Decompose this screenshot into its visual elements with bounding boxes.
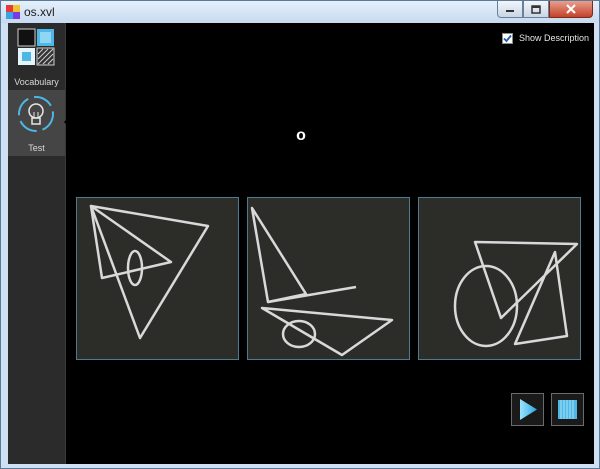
show-description-checkbox[interactable]: [502, 32, 513, 44]
minimize-button[interactable]: [497, 1, 523, 18]
stop-button[interactable]: [551, 393, 584, 426]
close-button[interactable]: [549, 1, 593, 18]
sidebar-item-test[interactable]: Test: [8, 90, 72, 156]
minimize-icon: [506, 10, 514, 12]
app-window: os.xvl Vocabulary Test Show Description …: [0, 0, 600, 469]
sidebar-item-label: Vocabulary: [14, 77, 59, 87]
show-description-label: Show Description: [519, 33, 590, 43]
choice-2-drawing: [250, 206, 394, 357]
current-word: o: [296, 127, 306, 144]
app-icon: [6, 5, 20, 19]
checkmark-icon: [503, 34, 512, 42]
title-bar[interactable]: os.xvl: [1, 1, 599, 23]
maximize-icon: [531, 4, 541, 14]
stop-icon: [558, 400, 577, 419]
choice-tile-2[interactable]: [247, 197, 410, 360]
window-title: os.xvl: [24, 5, 55, 19]
window-controls: [497, 1, 593, 19]
client-area: Vocabulary Test Show Description o: [8, 23, 594, 464]
play-button[interactable]: [511, 393, 544, 426]
choice-tile-3[interactable]: [418, 197, 581, 360]
play-icon: [520, 399, 537, 420]
maximize-button[interactable]: [523, 1, 549, 18]
choice-tile-1[interactable]: [76, 197, 239, 360]
choice-3-drawing: [453, 240, 579, 348]
sidebar-item-vocabulary[interactable]: Vocabulary: [8, 23, 65, 89]
show-description-toggle[interactable]: Show Description: [502, 31, 589, 45]
close-icon: [566, 4, 576, 14]
vocabulary-grid-icon: [17, 28, 55, 66]
sidebar: Vocabulary Test: [8, 23, 72, 464]
choice-1-drawing: [89, 204, 210, 340]
